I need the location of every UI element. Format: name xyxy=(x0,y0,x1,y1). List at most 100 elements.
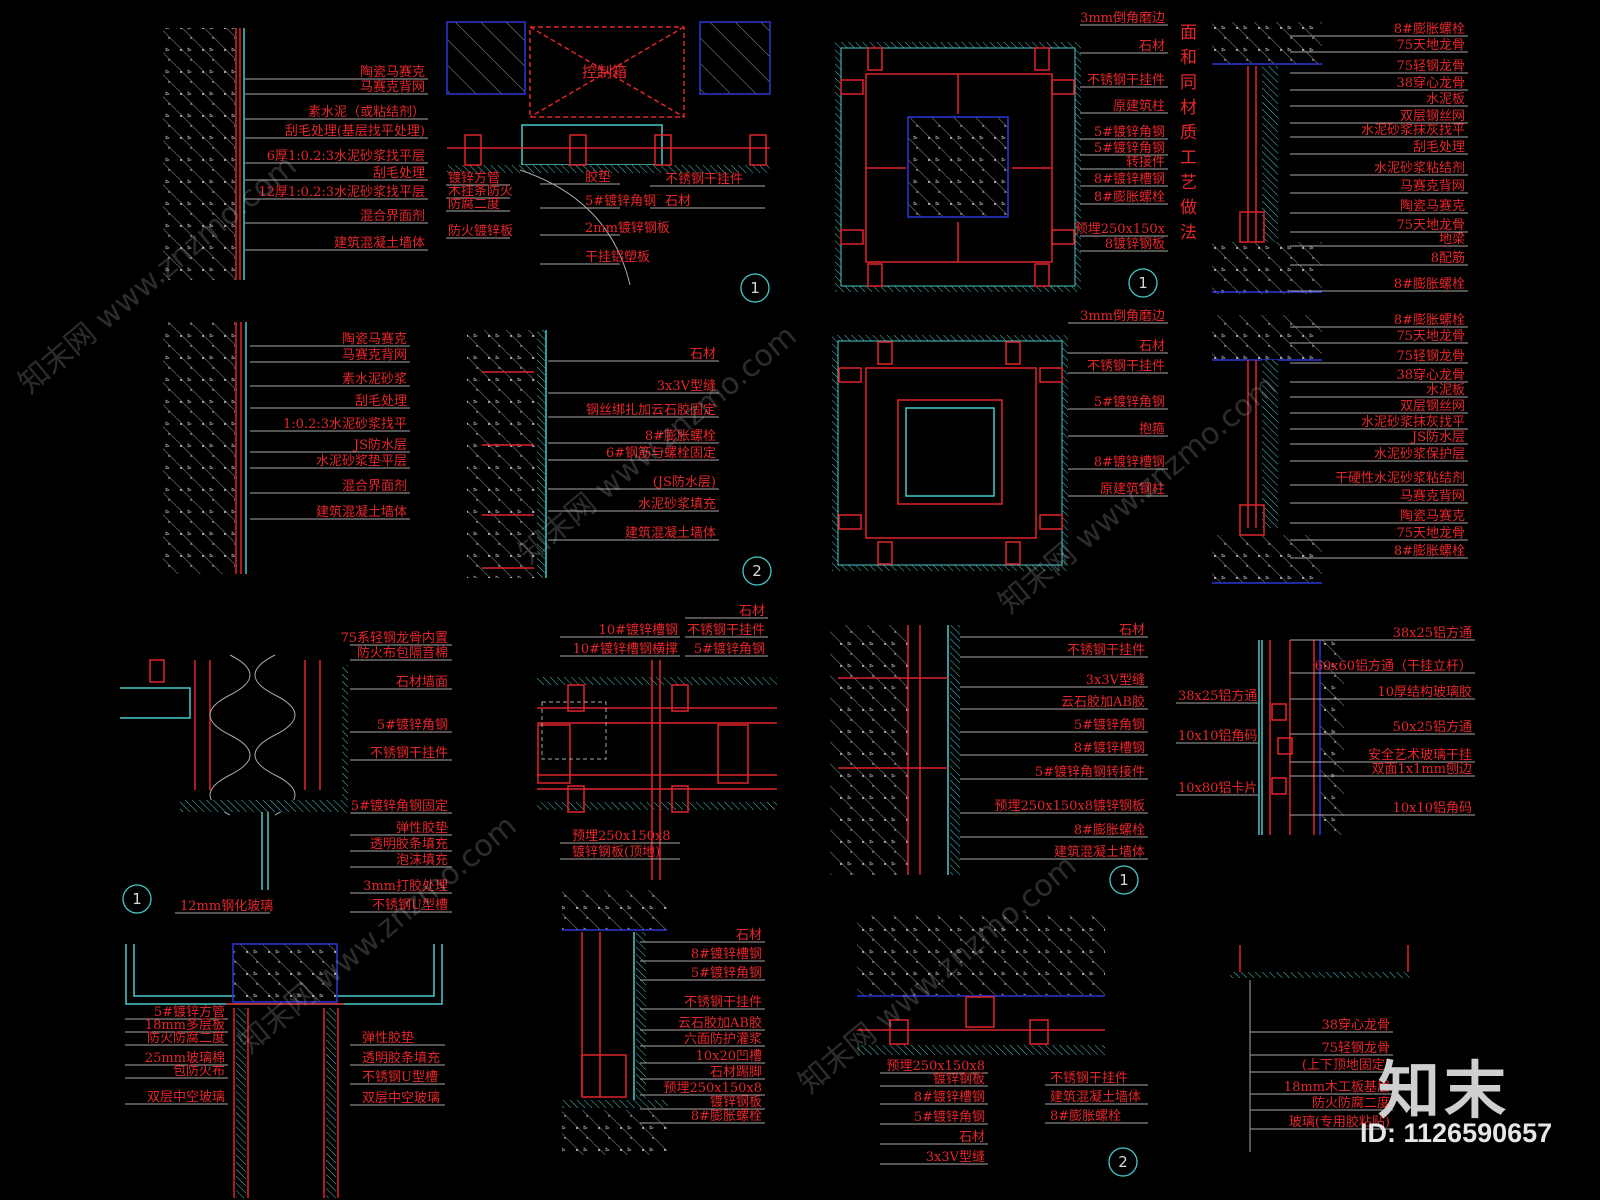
callout-label: 包防火布 xyxy=(173,1063,225,1079)
callout-label: 3mm倒角磨边 xyxy=(1080,309,1165,324)
callout-label: 石材 xyxy=(959,1130,985,1145)
callout-label: 转接件 xyxy=(1126,154,1165,170)
callout-label: 不锈钢干挂件 xyxy=(370,746,448,761)
callout-label: 陶瓷马赛克 xyxy=(1400,198,1465,214)
callout-label: 5#镀锌角钢 xyxy=(1094,140,1165,156)
callout-label: 镀锌钢板(顶地) xyxy=(572,844,660,860)
callout-label: 不锈钢干挂件 xyxy=(684,995,762,1010)
callout-label: (上下顶地固定) xyxy=(1302,1058,1390,1073)
callout-label: 12mm钢化玻璃 xyxy=(180,899,273,914)
callout-label: 不锈钢干挂件 xyxy=(1087,359,1165,374)
callout-label: 5#镀锌角钢固定 xyxy=(351,798,448,814)
callout-label: 8#镀锌槽钢 xyxy=(691,946,762,962)
callout-label: 75天地龙骨 xyxy=(1396,38,1465,53)
callout-label: 预埋250x150x xyxy=(1075,222,1166,237)
callout-label: 刮毛处理 xyxy=(373,166,425,181)
callout-label: 水泥砂浆抹灰找平 xyxy=(1361,415,1465,430)
watermark-id: ID: 1126590657 xyxy=(1360,1118,1553,1148)
callout-label: 8#膨胀螺栓 xyxy=(1074,823,1145,838)
callout-group: 预埋250x150x8镀锌钢板8#镀锌槽钢5#镀锌角钢石材3x3V型缝 xyxy=(880,1059,988,1165)
watermark-logo: 知末 xyxy=(1378,1054,1511,1127)
callout-label: 8镀锌钢板 xyxy=(1105,236,1165,252)
callout-label: 5#镀锌角钢 xyxy=(377,717,448,733)
callout-label: 1:0.2:3水泥砂浆找平 xyxy=(283,417,407,432)
callout-label: 透明胶条填充 xyxy=(362,1050,440,1066)
control-box-label: 控制箱 xyxy=(582,63,627,81)
callout-label: 石材 xyxy=(1139,39,1165,54)
detail-column-square-1 xyxy=(835,42,1081,292)
callout-label: 5#镀锌角钢 xyxy=(585,193,656,209)
callout-label: 75天地龙骨 xyxy=(1396,526,1465,541)
callout-group: 不锈钢干挂件建筑混凝土墙体 8#膨胀螺栓 xyxy=(1045,1071,1148,1124)
callout-label: 镀锌钢板 xyxy=(710,1094,762,1110)
callout-label: 8#膨胀螺栓 xyxy=(1394,544,1465,559)
callout-label: 双层钢丝网 xyxy=(1400,399,1465,414)
callout-label: 水泥板 xyxy=(1426,383,1465,398)
callout-group: 12mm钢化玻璃 xyxy=(175,899,273,914)
callout-label: 安全艺术玻璃干挂 xyxy=(1368,747,1472,763)
callout-label: 38x25铝方通 xyxy=(1393,625,1472,641)
callout-label: 38x25铝方通 xyxy=(1178,688,1257,704)
callout-label: 建筑混凝土墙体 xyxy=(625,525,716,541)
callout-group: 镀锌方管木挂条防火防腐二度防火镀锌板 xyxy=(446,170,513,239)
callout-group: 38x25铝方通 10x10铝角码 10x80铝卡片 xyxy=(1176,688,1258,796)
callout-label: 75系轻钢龙骨内置 xyxy=(340,630,448,646)
callout-label: JS防水层 xyxy=(1410,429,1465,445)
callout-label: 预埋250x150x8镀锌钢板 xyxy=(994,798,1145,814)
callout-label: 马赛克背网 xyxy=(1400,178,1465,194)
callout-label: 刮毛处理 xyxy=(1413,140,1465,155)
svg-text:1: 1 xyxy=(750,279,760,297)
callout-label: 75轻钢龙骨 xyxy=(1396,59,1465,74)
callout-label: 双层钢丝网 xyxy=(1400,109,1465,124)
callout-label: 弹性胶垫 xyxy=(396,820,448,836)
svg-text:2: 2 xyxy=(752,562,762,580)
callout-label: 2mm镀锌钢板 xyxy=(585,220,670,236)
callout-label: 5#镀锌角钢 xyxy=(694,641,765,657)
detail-number-marker: 1 xyxy=(1109,865,1139,895)
callout-group: 陶瓷马赛克马赛克背网素水泥砂浆刮毛处理 1:0.2:3水泥砂浆找平 JS防水层水泥砂… xyxy=(250,331,410,520)
callout-label: 马赛克背网 xyxy=(360,79,425,95)
callout-label: 8#镀锌槽钢 xyxy=(1074,740,1145,756)
callout-label: 建筑混凝土墙体 xyxy=(316,504,407,520)
detail-number-marker: 1 xyxy=(1128,268,1158,298)
callout-label: 镀锌钢板 xyxy=(933,1071,985,1087)
callout-label: 水泥砂浆垫平层 xyxy=(316,453,407,469)
callout-label: 双层中空玻璃 xyxy=(362,1091,440,1106)
callout-label: 5#镀锌角钢 xyxy=(1074,717,1145,733)
callout-label: (JS防水层) xyxy=(653,474,716,490)
callout-label: 六面防护灌浆 xyxy=(684,1031,762,1047)
callout-label: 8#膨胀螺栓 xyxy=(691,1109,762,1124)
callout-group: 石材不锈钢干挂件 3x3V型缝云石胶加AB胶 5#镀锌角钢 8#镀锌槽钢 5#镀锌角钢转… xyxy=(960,623,1148,860)
callout-label: 双层中空玻璃 xyxy=(147,1090,225,1105)
callout-label: 不锈钢干挂件 xyxy=(687,623,765,638)
callout-label: 10x10铝角码 xyxy=(1178,729,1257,744)
callout-group: 石材 8#镀锌槽钢 5#镀锌角钢不锈钢干挂件云石胶加AB胶六面防护灌浆 10x20凹槽… xyxy=(640,928,765,1124)
callout-label: 8#镀锌槽钢 xyxy=(914,1089,985,1105)
callout-label: 5#镀锌角钢 xyxy=(1094,394,1165,410)
callout-label: 不锈钢干挂件 xyxy=(1050,1071,1128,1086)
callout-label: 石材 xyxy=(736,928,762,943)
callout-label: JS防水层 xyxy=(352,437,407,453)
callout-label: 防腐二度 xyxy=(448,196,500,212)
callout-label: 3x3V型缝 xyxy=(1086,673,1145,688)
callout-label: 弹性胶垫 xyxy=(362,1030,414,1046)
callout-label: 5#镀锌角钢 xyxy=(1094,124,1165,140)
callout-label: 混合界面剂 xyxy=(342,479,407,494)
callout-label: 陶瓷马赛克 xyxy=(1400,508,1465,524)
callout-label: 预埋250x150x8 xyxy=(572,829,671,844)
callout-label: 胶垫 xyxy=(585,169,611,185)
svg-text:2: 2 xyxy=(1118,1153,1128,1171)
callout-label: 抱箍 xyxy=(1139,421,1165,437)
detail-number-marker: 1 xyxy=(122,884,152,914)
callout-label: 石材 xyxy=(1119,623,1145,638)
callout-label: 建筑混凝土墙体 xyxy=(1050,1089,1141,1105)
callout-label: 石材踢脚 xyxy=(710,1064,762,1080)
callout-group: 3mm倒角磨边石材不锈钢干挂件原建筑柱 5#镀锌角钢5#镀锌角钢转接件8#镀锌槽钢… xyxy=(1075,11,1168,252)
callout-label: 8#膨胀螺栓 xyxy=(1050,1109,1121,1124)
callout-label: 50x25铝方通 xyxy=(1393,719,1472,735)
detail-wall-mosaic-3 xyxy=(1212,22,1322,294)
callout-label: 5#镀锌角钢 xyxy=(691,965,762,981)
callout-label: 预埋250x150x8 xyxy=(663,1081,762,1096)
svg-text:1: 1 xyxy=(132,890,142,908)
callout-label: 38穿心龙骨 xyxy=(1396,367,1465,383)
